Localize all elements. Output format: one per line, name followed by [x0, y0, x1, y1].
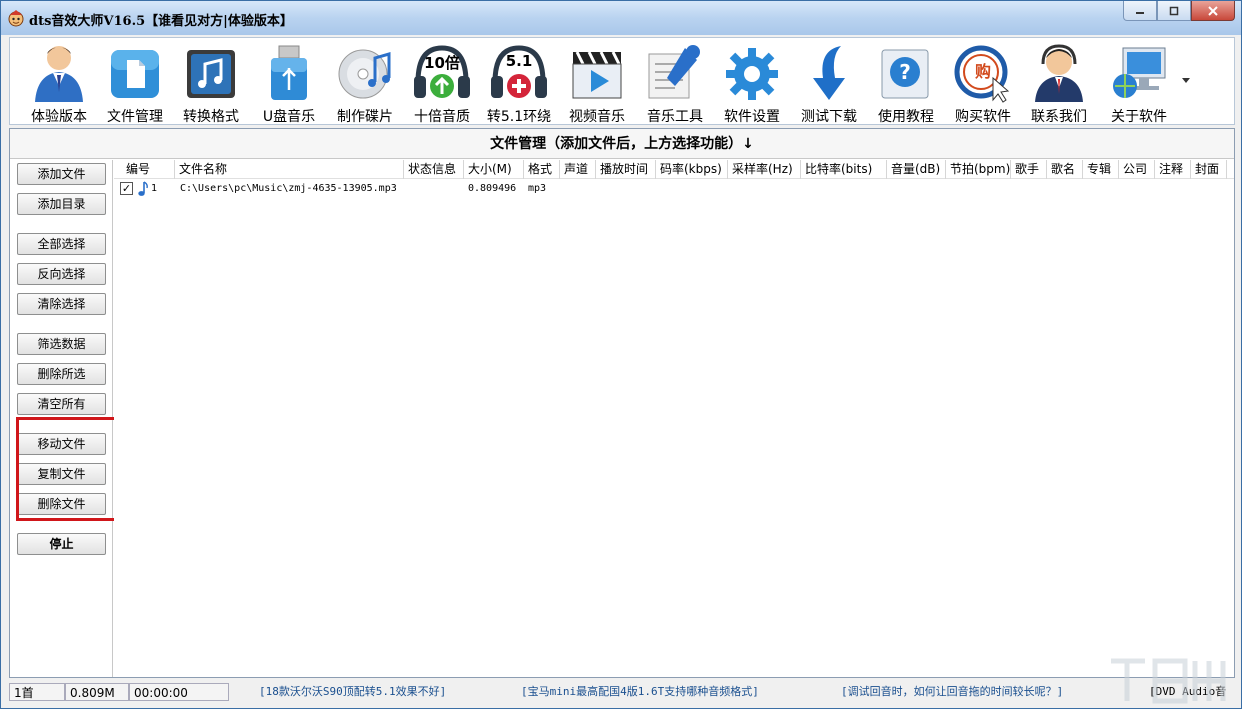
main-panel: 文件管理（添加文件后，上方选择功能）↓ 添加文件 添加目录 全部选择 反向选择 … — [9, 128, 1235, 678]
col-volume[interactable]: 音量(dB) — [887, 160, 946, 179]
col-bitrate[interactable]: 码率(kbps) — [656, 160, 728, 179]
support-icon — [1035, 44, 1083, 102]
table-row[interactable]: ✓ 1 C:\Users\pc\Music\zmj-4635-13905.mp3… — [114, 180, 1234, 198]
file-list-header: 编号 文件名称 状态信息 大小(M) 格式 声道 播放时间 码率(kbps) 采… — [114, 160, 1234, 179]
toolbar-video-music[interactable]: 视频音乐 — [558, 38, 636, 126]
col-comment[interactable]: 注释 — [1155, 160, 1191, 179]
col-company[interactable]: 公司 — [1119, 160, 1155, 179]
badge-51: 5.1 — [505, 52, 533, 70]
clear-selection-button[interactable]: 清除选择 — [17, 293, 106, 315]
minimize-icon — [1136, 11, 1144, 14]
stop-button[interactable]: 停止 — [17, 533, 106, 555]
cell-index: 1 — [151, 183, 158, 194]
col-index[interactable]: 编号 — [122, 160, 175, 179]
col-status[interactable]: 状态信息 — [404, 160, 464, 179]
row-checkbox[interactable]: ✓ — [120, 182, 133, 195]
file-list[interactable]: 编号 文件名称 状态信息 大小(M) 格式 声道 播放时间 码率(kbps) 采… — [114, 160, 1234, 677]
cell-size: 0.809496 — [468, 183, 517, 194]
window-title: dts音效大师V16.5【谁看见对方|体验版本】 — [29, 14, 293, 29]
col-duration[interactable]: 播放时间 — [596, 160, 656, 179]
restore-button[interactable] — [1157, 1, 1191, 21]
col-format[interactable]: 格式 — [524, 160, 560, 179]
col-album[interactable]: 专辑 — [1083, 160, 1119, 179]
disc-icon — [338, 49, 391, 99]
computer-icon — [1113, 47, 1166, 98]
col-bpm[interactable]: 节拍(bpm) — [946, 160, 1011, 179]
status-track-count: 1首 — [9, 683, 65, 701]
close-button[interactable] — [1191, 1, 1235, 21]
toolbar-test-download[interactable]: 测试下载 — [790, 38, 868, 126]
col-artist[interactable]: 歌手 — [1011, 160, 1047, 179]
video-icon — [572, 51, 622, 99]
toolbar-usb-music[interactable]: U盘音乐 — [250, 38, 328, 126]
toolbar-make-disc[interactable]: 制作碟片 — [326, 38, 404, 126]
music-note-icon — [138, 181, 148, 196]
toolbar-10x-quality[interactable]: 10倍 十倍音质 — [403, 38, 481, 126]
toolbar-51-surround[interactable]: 5.1 转5.1环绕 — [480, 38, 558, 126]
svg-text:?: ? — [899, 60, 911, 84]
app-window: dts音效大师V16.5【谁看见对方|体验版本】 体验版本 文件管理 转换格式 … — [0, 0, 1242, 709]
status-bar: 1首 0.809M 00:00:00 [18款沃尔沃S90顶配转5.1效果不好]… — [9, 681, 1235, 703]
main-toolbar: 体验版本 文件管理 转换格式 U盘音乐 制作碟片 10倍 十倍音质 5.1 转5… — [9, 37, 1235, 125]
badge-buy: 购 — [974, 62, 991, 81]
invert-selection-button[interactable]: 反向选择 — [17, 263, 106, 285]
toolbar-overflow-chevron-icon[interactable] — [1182, 78, 1190, 83]
help-icon: ? — [881, 49, 929, 99]
toolbar-buy-software[interactable]: 购 购买软件 — [944, 38, 1022, 126]
col-title[interactable]: 歌名 — [1047, 160, 1083, 179]
delete-selected-button[interactable]: 删除所选 — [17, 363, 106, 385]
cell-format: mp3 — [528, 183, 547, 194]
window-controls — [1123, 1, 1235, 21]
filter-data-button[interactable]: 筛选数据 — [17, 333, 106, 355]
highlight-box — [16, 417, 120, 521]
select-all-button[interactable]: 全部选择 — [17, 233, 106, 255]
col-filename[interactable]: 文件名称 — [175, 160, 404, 179]
toolbar-file-manage[interactable]: 文件管理 — [96, 38, 174, 126]
clear-all-button[interactable]: 清空所有 — [17, 393, 106, 415]
restore-icon — [1169, 6, 1179, 15]
toolbar-tutorial[interactable]: ? 使用教程 — [867, 38, 945, 126]
minimize-button[interactable] — [1123, 1, 1157, 21]
status-total-time: 00:00:00 — [129, 683, 229, 701]
col-size[interactable]: 大小(M) — [464, 160, 524, 179]
usb-icon — [271, 45, 307, 100]
toolbar-contact-us[interactable]: 联系我们 — [1020, 38, 1098, 126]
badge-10x: 10倍 — [424, 54, 460, 72]
toolbar-settings[interactable]: 软件设置 — [713, 38, 791, 126]
music-convert-icon — [187, 50, 235, 98]
col-samplerate[interactable]: 采样率(Hz) — [728, 160, 801, 179]
title-bar[interactable]: dts音效大师V16.5【谁看见对方|体验版本】 — [1, 1, 1241, 35]
toolbar-about[interactable]: 关于软件 — [1100, 38, 1178, 126]
section-title: 文件管理（添加文件后，上方选择功能）↓ — [10, 129, 1234, 159]
toolbar-music-tools[interactable]: 音乐工具 — [636, 38, 714, 126]
user-icon — [35, 46, 83, 102]
tools-icon — [648, 45, 700, 99]
watermark-logo-icon — [1111, 658, 1226, 704]
col-channel[interactable]: 声道 — [560, 160, 596, 179]
status-total-size: 0.809M — [65, 683, 129, 701]
close-icon — [1208, 5, 1218, 16]
app-logo-icon — [8, 10, 24, 27]
status-link-2[interactable]: [宝马mini最高配国4版1.6T支持哪种音频格式] — [521, 683, 759, 701]
cell-filename: C:\Users\pc\Music\zmj-4635-13905.mp3 — [180, 183, 397, 194]
col-cover[interactable]: 封面 — [1191, 160, 1227, 179]
status-link-3[interactable]: [调试回音时，如何让回音拖的时间较长呢？] — [841, 683, 1063, 701]
toolbar-convert-format[interactable]: 转换格式 — [172, 38, 250, 126]
add-folder-button[interactable]: 添加目录 — [17, 193, 106, 215]
status-link-1[interactable]: [18款沃尔沃S90顶配转5.1效果不好] — [259, 683, 446, 701]
gear-icon — [726, 48, 778, 100]
download-icon — [813, 46, 845, 100]
add-file-button[interactable]: 添加文件 — [17, 163, 106, 185]
toolbar-trial-version[interactable]: 体验版本 — [20, 38, 98, 126]
col-bitdepth[interactable]: 比特率(bits) — [801, 160, 887, 179]
file-icon — [111, 50, 159, 98]
